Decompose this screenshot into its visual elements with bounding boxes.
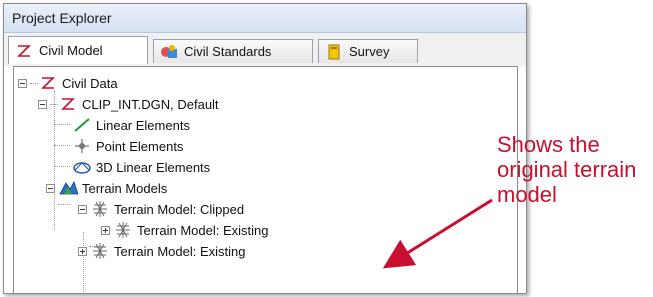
tab-civil-model[interactable]: Civil Model xyxy=(8,36,148,64)
civil-z-icon xyxy=(15,43,33,59)
callout-text: Shows the original terrain model xyxy=(497,132,637,207)
tab-label: Civil Model xyxy=(39,43,103,58)
callout-arrow xyxy=(382,198,493,269)
